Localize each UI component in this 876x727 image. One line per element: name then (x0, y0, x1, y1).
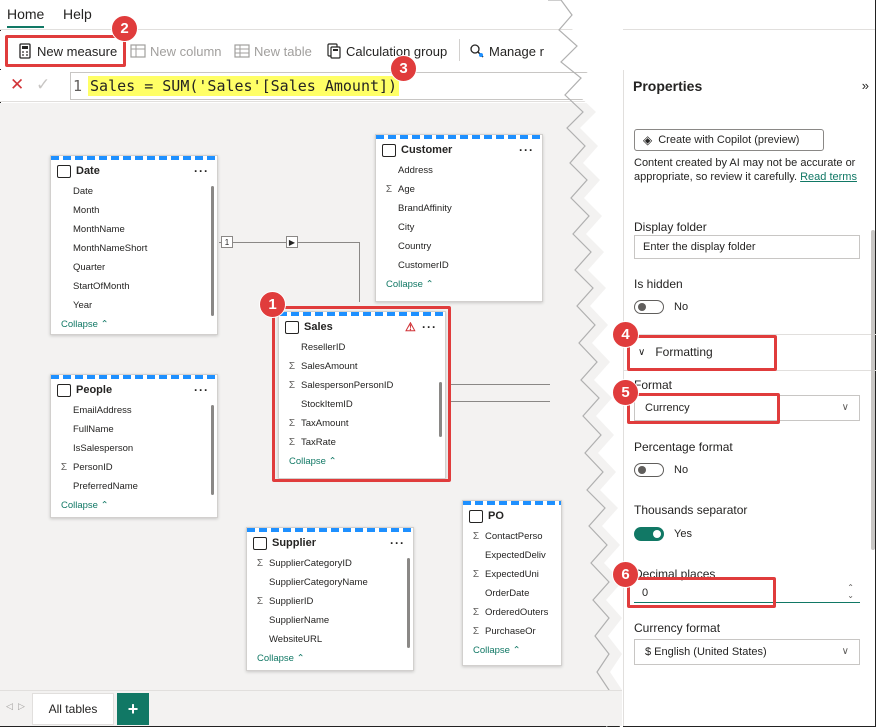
is-hidden-toggle[interactable] (634, 300, 664, 314)
read-terms-link[interactable]: Read terms (800, 171, 857, 183)
callout-highlight-new-measure (5, 35, 126, 67)
ai-disclaimer: Content created by AI may not be accurat… (634, 157, 857, 183)
chevron-down-icon: ∨ (841, 646, 849, 657)
add-layout-button[interactable]: + (117, 693, 149, 725)
currency-format-dropdown[interactable]: $ English (United States) ∨ (634, 639, 860, 665)
format-label: Format (634, 378, 673, 392)
create-with-copilot-button[interactable]: ◈ Create with Copilot (preview) (634, 129, 824, 151)
pane-title: Properties (633, 78, 703, 94)
callout-highlight-sales-table (272, 306, 451, 482)
callout-highlight-formatting (627, 335, 777, 371)
callout-highlight-format (627, 393, 780, 424)
thousands-separator-value: Yes (674, 528, 692, 540)
copilot-icon: ◈ (643, 133, 653, 147)
scroll-right-icon[interactable]: ▷ (18, 701, 25, 712)
pane-scrollbar[interactable] (871, 230, 875, 550)
callout-badge-3: 3 (390, 55, 417, 82)
percentage-format-label: Percentage format (634, 440, 733, 454)
thousands-separator-label: Thousands separator (634, 503, 748, 517)
percentage-format-toggle[interactable] (634, 463, 664, 477)
layout-tabs-bar: ◁ ▷ All tables + (0, 690, 622, 726)
thousands-separator-toggle[interactable] (634, 527, 664, 541)
display-folder-input[interactable]: Enter the display folder (634, 235, 860, 259)
chevron-down-icon: ∨ (841, 402, 849, 413)
callout-badge-4: 4 (612, 321, 639, 348)
stepper-icon[interactable]: ⌃ ⌄ (847, 584, 854, 600)
callout-badge-5: 5 (612, 379, 639, 406)
display-folder-label: Display folder (634, 220, 707, 234)
collapse-pane-icon[interactable]: » (862, 78, 869, 93)
tab-all-tables[interactable]: All tables (32, 693, 114, 725)
scroll-left-icon[interactable]: ◁ (6, 701, 13, 712)
percentage-format-value: No (674, 464, 689, 476)
callout-highlight-decimal (627, 577, 776, 608)
is-hidden-value: No (674, 301, 689, 313)
currency-format-label: Currency format (634, 621, 721, 635)
callout-badge-2: 2 (111, 15, 138, 42)
callout-badge-1: 1 (259, 291, 286, 318)
callout-badge-6: 6 (612, 561, 639, 588)
is-hidden-label: Is hidden (634, 277, 683, 291)
